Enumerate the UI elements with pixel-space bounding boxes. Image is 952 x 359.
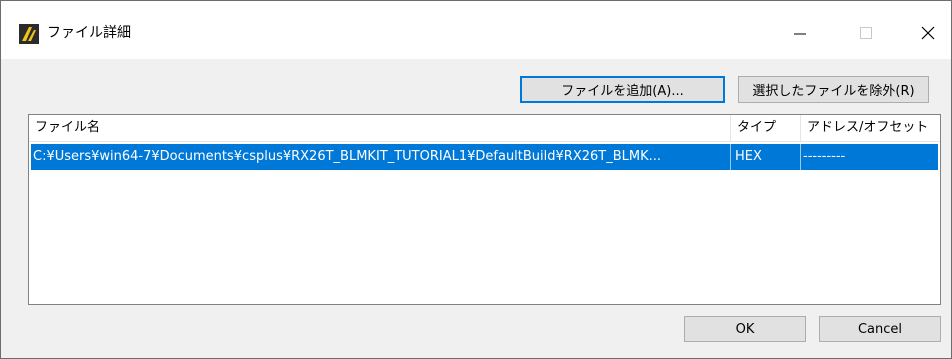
table-header: ファイル名 タイプ アドレス/オフセット — [29, 115, 940, 142]
file-list-table[interactable]: ファイル名 タイプ アドレス/オフセット C:¥Users¥win64-7¥Do… — [28, 114, 941, 305]
title-bar: ファイル詳細 — [1, 1, 951, 59]
minimize-icon — [794, 33, 806, 35]
column-header-address-offset[interactable]: アドレス/オフセット — [801, 115, 940, 141]
column-header-file-name[interactable]: ファイル名 — [29, 115, 731, 141]
close-icon — [921, 26, 935, 40]
ok-button[interactable]: OK — [684, 316, 806, 342]
window-title: ファイル詳細 — [47, 25, 131, 41]
maximize-icon — [860, 27, 872, 39]
close-button[interactable] — [905, 16, 951, 50]
minimize-button[interactable] — [777, 16, 823, 50]
cell-address-offset: --------- — [803, 149, 846, 164]
table-row[interactable]: C:¥Users¥win64-7¥Documents¥csplus¥RX26T_… — [31, 144, 938, 170]
cell-type: HEX — [731, 144, 801, 170]
maximize-button[interactable] — [843, 16, 889, 50]
cell-file-name: C:¥Users¥win64-7¥Documents¥csplus¥RX26T_… — [31, 144, 731, 170]
file-details-dialog: ファイル詳細 ファイルを追加(A)... 選択したファイルを除外(R) ファイル… — [0, 0, 952, 359]
add-file-button[interactable]: ファイルを追加(A)... — [520, 76, 725, 103]
remove-selected-file-button[interactable]: 選択したファイルを除外(R) — [738, 76, 929, 103]
column-header-type[interactable]: タイプ — [731, 115, 801, 141]
app-icon — [19, 24, 39, 44]
cancel-button[interactable]: Cancel — [819, 316, 941, 342]
